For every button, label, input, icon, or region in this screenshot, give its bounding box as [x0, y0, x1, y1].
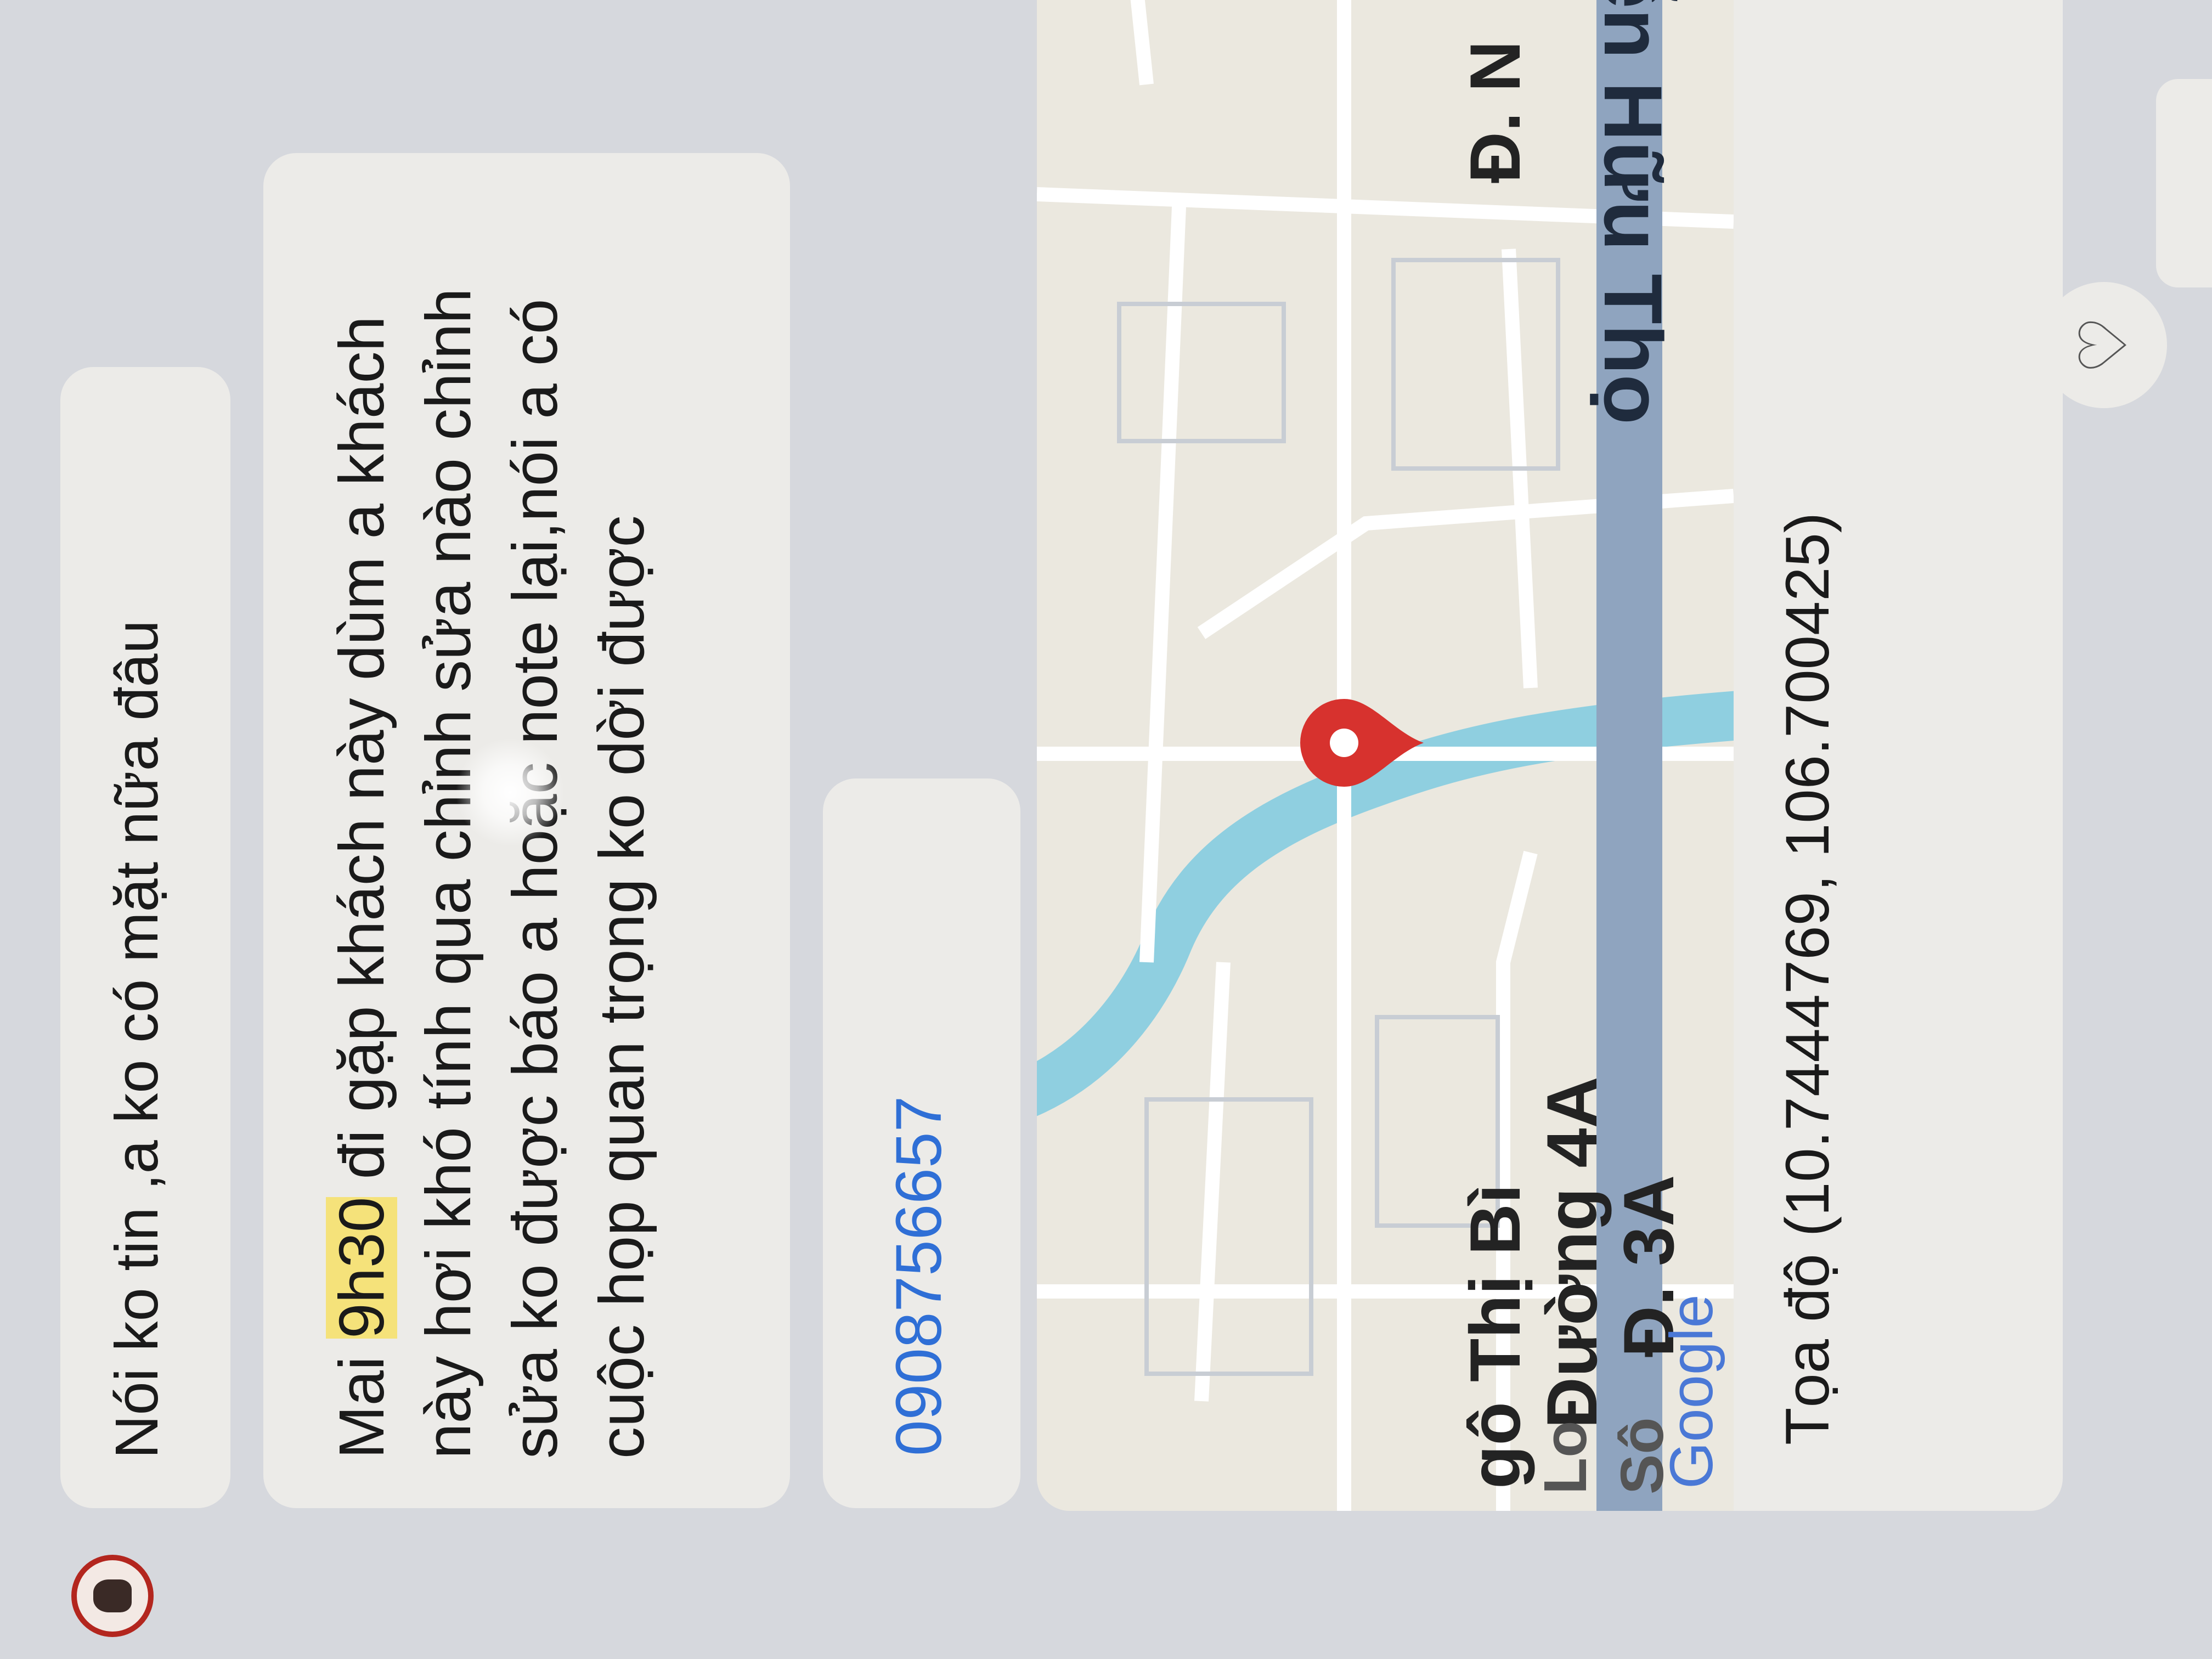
next-bubble-edge	[2156, 79, 2212, 287]
phone-link[interactable]: 0908756657	[883, 1096, 955, 1456]
block-outline	[1117, 302, 1286, 443]
message-text: Nói ko tin ,a ko có mặt nữa đâu	[103, 620, 171, 1459]
avatar-icon	[93, 1579, 132, 1612]
google-logo: Google	[1658, 1294, 1725, 1489]
road-minor	[1194, 962, 1231, 1402]
street-label: Lo	[1532, 1420, 1599, 1494]
road-minor	[1118, 0, 1154, 86]
map-pin-icon	[1300, 699, 1424, 787]
block-outline	[1391, 258, 1560, 471]
time-highlight: 9h30	[326, 1197, 397, 1339]
screen-glare	[455, 737, 565, 847]
street-label: uyễn Hữu Thọ	[1587, 0, 1679, 425]
phone-message-bubble[interactable]: 0908756657	[823, 778, 1020, 1508]
heart-reaction-button[interactable]: ♡	[2041, 282, 2167, 408]
chat-view: Nói ko tin ,a ko có mặt nữa đâu Mai 9h30…	[0, 0, 2212, 1659]
street-label: Đường 4A	[1532, 1076, 1612, 1429]
block-outline	[1144, 1097, 1313, 1376]
location-card[interactable]: uyễn Hữu Thọ Đ. N gô Thị Bì Đường 4A Đ. …	[1037, 0, 2063, 1511]
street-label: gô Thị Bì	[1455, 1184, 1535, 1489]
road-minor	[1139, 194, 1187, 963]
avatar[interactable]	[71, 1555, 154, 1637]
street-label: Đ. N	[1455, 41, 1535, 183]
message-text-prefix: Mai	[326, 1338, 397, 1459]
map-preview[interactable]: uyễn Hữu Thọ Đ. N gô Thị Bì Đường 4A Đ. …	[1037, 0, 1734, 1511]
heart-icon: ♡	[2067, 315, 2141, 375]
coordinates-text: Tọa độ (10.7444769, 106.700425)	[1773, 512, 1842, 1445]
message-bubble[interactable]: Nói ko tin ,a ko có mặt nữa đâu	[60, 367, 230, 1508]
